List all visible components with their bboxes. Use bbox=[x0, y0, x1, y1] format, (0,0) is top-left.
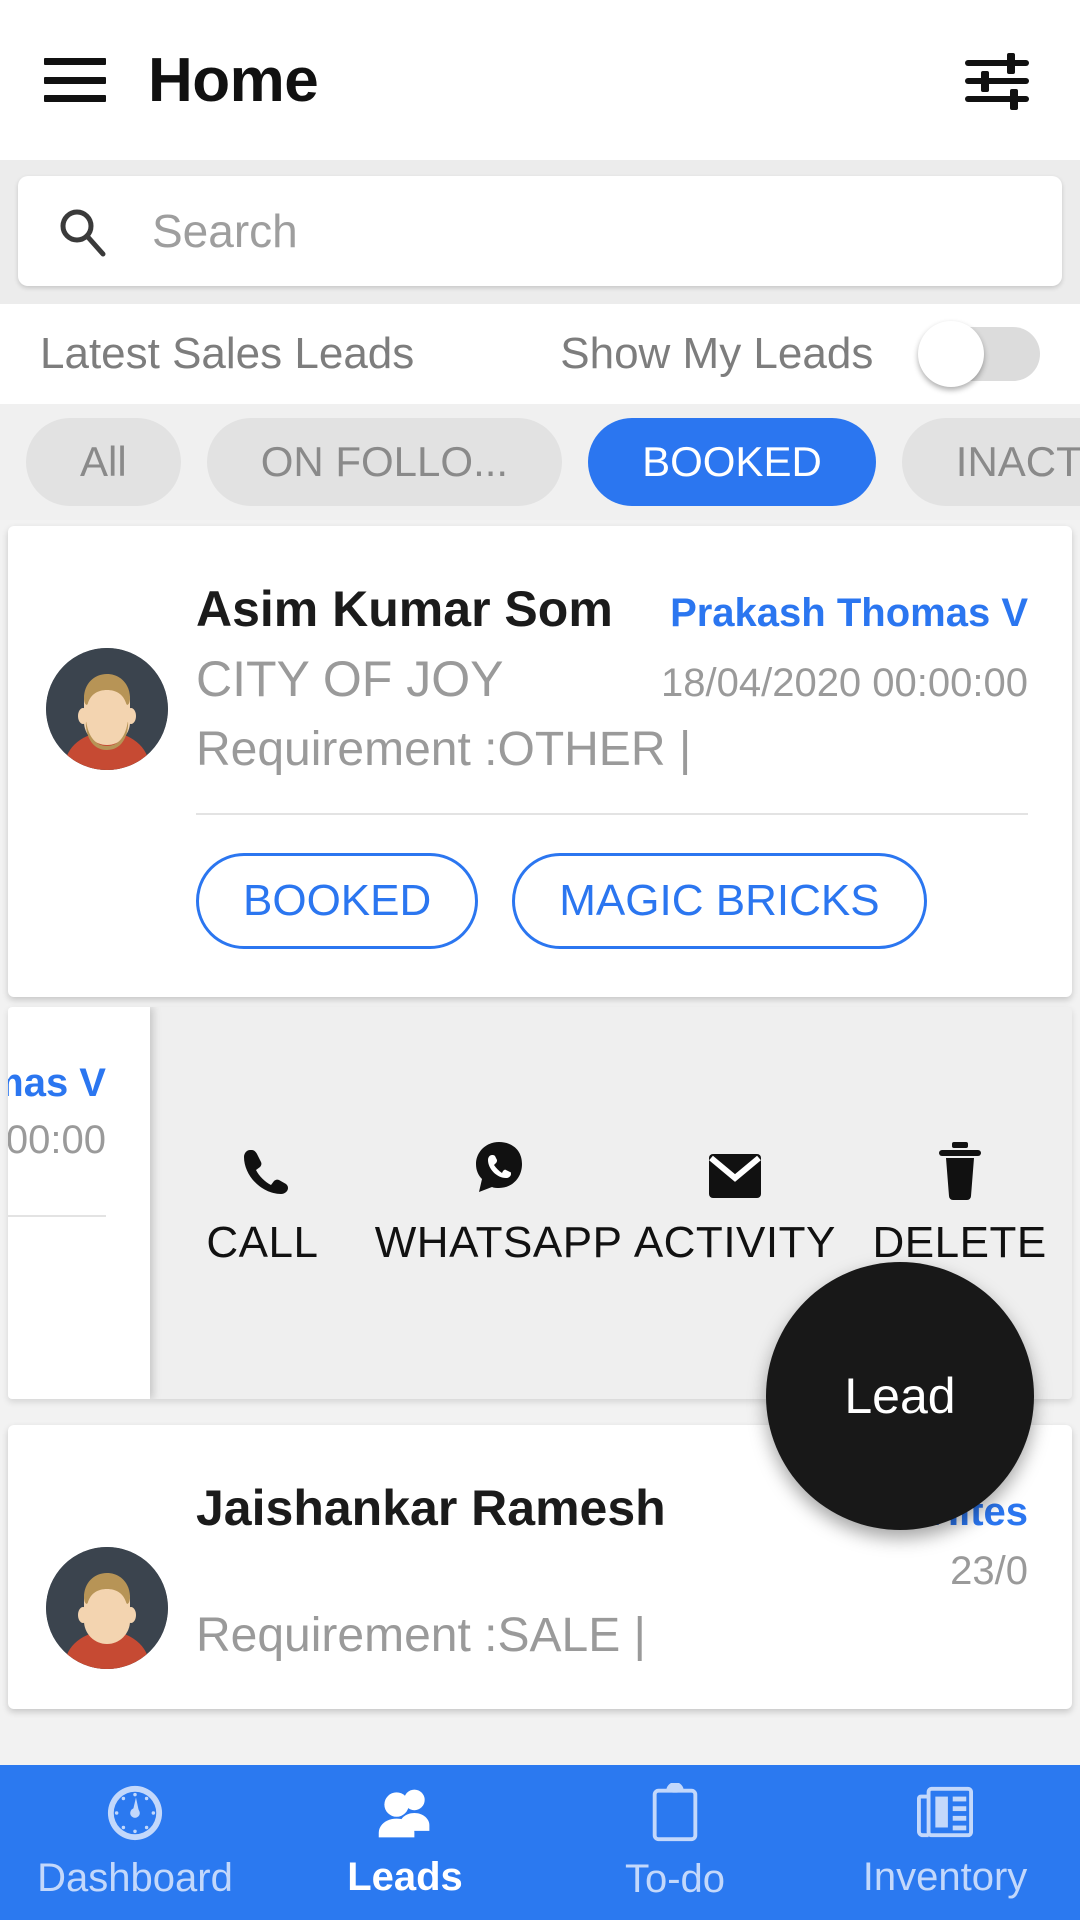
chip-on-followup[interactable]: ON FOLLO... bbox=[206, 418, 563, 506]
nav-item-leads[interactable]: Leads bbox=[270, 1765, 540, 1920]
nav-item-todo[interactable]: To-do bbox=[540, 1765, 810, 1920]
chip-booked[interactable]: BOOKED bbox=[588, 418, 876, 506]
status-filter-chips[interactable]: All ON FOLLO... BOOKED INACTIVE bbox=[0, 404, 1080, 520]
search-icon bbox=[56, 205, 108, 257]
nav-label-leads: Leads bbox=[347, 1855, 463, 1899]
action-activity[interactable]: ACTIVITY bbox=[622, 1138, 847, 1268]
latest-sales-leads-label: Latest Sales Leads bbox=[40, 329, 415, 378]
lead-date-partial: 0:00:00 bbox=[8, 1118, 106, 1162]
lead-card-partial[interactable]: omas V 0:00:00 bbox=[8, 1007, 150, 1399]
toggle-knob bbox=[918, 321, 984, 387]
chip-inactive[interactable]: INACTIVE bbox=[901, 418, 1080, 506]
lead-name: Jaishankar Ramesh bbox=[196, 1480, 666, 1536]
tag-booked[interactable]: BOOKED bbox=[196, 853, 479, 949]
nav-label-todo: To-do bbox=[624, 1857, 726, 1901]
leads-list: Asim Kumar Som Prakash Thomas V CITY OF … bbox=[0, 526, 1080, 1709]
nav-item-dashboard[interactable]: Dashboard bbox=[0, 1765, 270, 1920]
chip-all[interactable]: All bbox=[26, 418, 181, 506]
lead-requirement: Requirement :SALE | bbox=[196, 1609, 647, 1662]
action-delete[interactable]: DELETE bbox=[847, 1138, 1072, 1268]
action-call[interactable]: CALL bbox=[150, 1138, 375, 1268]
app-screen: Home Search Latest Sales Leads Show My L… bbox=[0, 0, 1080, 1920]
page-title: Home bbox=[148, 45, 319, 115]
lead-project: CITY OF JOY bbox=[196, 651, 504, 707]
agent-name-partial[interactable]: omas V bbox=[8, 1061, 106, 1106]
lead-tags: BOOKED MAGIC BRICKS bbox=[196, 815, 1028, 957]
lead-date: 18/04/2020 00:00:00 bbox=[660, 661, 1028, 705]
envelope-icon bbox=[705, 1138, 765, 1200]
phone-icon bbox=[234, 1138, 290, 1200]
agent-name[interactable]: Prakash Thomas V bbox=[670, 591, 1028, 636]
lead-filter-row: Latest Sales Leads Show My Leads bbox=[0, 304, 1080, 404]
fab-label: Lead bbox=[844, 1368, 956, 1424]
lead-requirement: Requirement :OTHER | bbox=[196, 723, 692, 776]
action-whatsapp[interactable]: WHATSAPP bbox=[375, 1138, 623, 1268]
tune-sliders-icon[interactable] bbox=[964, 50, 1030, 110]
nav-label-dashboard: Dashboard bbox=[37, 1856, 233, 1900]
search-placeholder: Search bbox=[152, 205, 298, 257]
trash-icon bbox=[937, 1138, 983, 1200]
action-call-label: CALL bbox=[206, 1218, 319, 1267]
lead-card[interactable]: Asim Kumar Som Prakash Thomas V CITY OF … bbox=[8, 526, 1072, 997]
nav-label-inventory: Inventory bbox=[862, 1855, 1028, 1899]
clipboard-icon bbox=[650, 1783, 700, 1843]
action-delete-label: DELETE bbox=[872, 1218, 1047, 1267]
avatar bbox=[46, 648, 168, 770]
show-my-leads-label: Show My Leads bbox=[560, 329, 874, 378]
whatsapp-icon bbox=[471, 1138, 527, 1200]
people-icon bbox=[375, 1785, 435, 1841]
action-whatsapp-label: WHATSAPP bbox=[374, 1218, 623, 1267]
speedometer-icon bbox=[106, 1784, 164, 1842]
search-input[interactable]: Search bbox=[18, 176, 1062, 286]
bottom-navigation: Dashboard Leads To-do Inventory bbox=[0, 1765, 1080, 1920]
tag-magic-bricks[interactable]: MAGIC BRICKS bbox=[512, 853, 927, 949]
hamburger-menu-icon[interactable] bbox=[44, 58, 106, 102]
lead-date: 23/0 bbox=[950, 1549, 1028, 1593]
app-header: Home bbox=[0, 0, 1080, 160]
avatar bbox=[46, 1547, 168, 1669]
show-my-leads-toggle[interactable] bbox=[918, 321, 1040, 387]
newspaper-icon bbox=[915, 1785, 975, 1841]
action-activity-label: ACTIVITY bbox=[633, 1218, 836, 1267]
search-section: Search bbox=[0, 160, 1080, 304]
lead-name: Asim Kumar Som bbox=[196, 581, 613, 637]
nav-item-inventory[interactable]: Inventory bbox=[810, 1765, 1080, 1920]
add-lead-fab[interactable]: Lead bbox=[766, 1262, 1034, 1530]
